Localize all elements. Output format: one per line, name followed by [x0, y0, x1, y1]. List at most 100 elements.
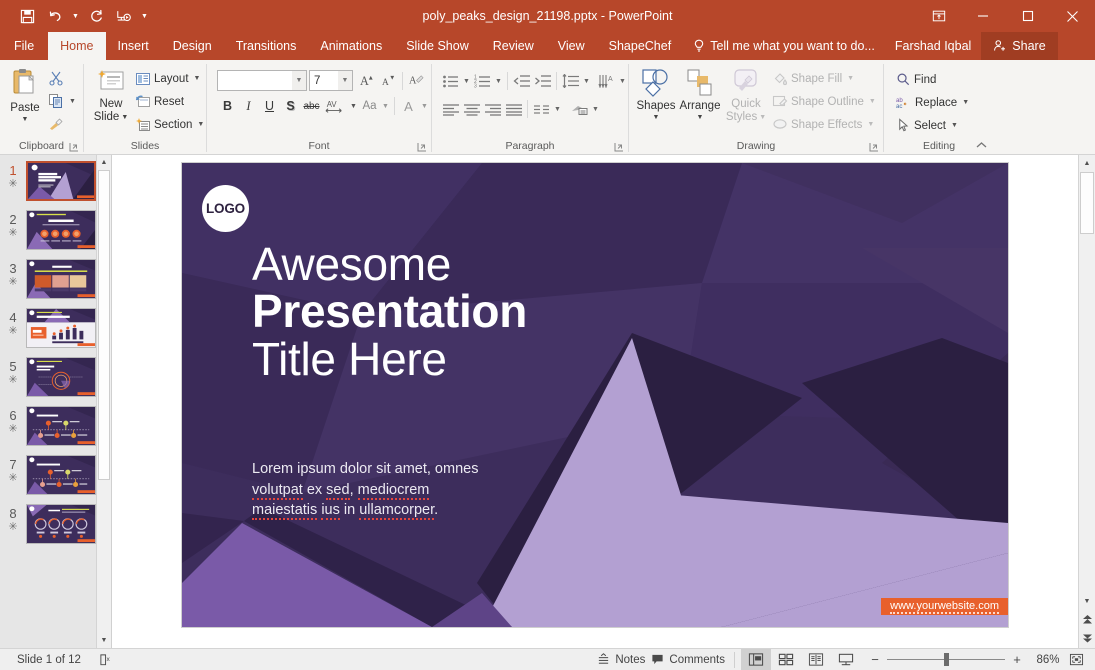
font-color-dropdown-icon[interactable]: ▼	[419, 94, 430, 118]
align-left-button[interactable]	[440, 99, 461, 120]
columns-dropdown-icon[interactable]: ▼	[552, 97, 563, 121]
zoom-level-label[interactable]: 86%	[1031, 654, 1065, 666]
thumbnail-image[interactable]	[26, 259, 96, 299]
copy-button[interactable]	[45, 90, 67, 112]
slide-sorter-view-button[interactable]	[771, 649, 801, 670]
paste-dropdown-icon[interactable]: ▼	[22, 116, 29, 123]
character-spacing-button[interactable]: AV	[322, 96, 348, 117]
quick-styles-button[interactable]: Quick Styles ▼	[722, 65, 770, 123]
slide-body-placeholder[interactable]: Lorem ipsum dolor sit amet, omnes volutp…	[252, 459, 562, 521]
line-spacing-dropdown-icon[interactable]: ▼	[581, 69, 592, 93]
zoom-handle[interactable]	[944, 653, 949, 666]
paragraph-dialog-launcher[interactable]	[614, 142, 624, 153]
font-name-input[interactable]: ▼	[217, 70, 307, 91]
next-slide-icon[interactable]	[1079, 629, 1095, 648]
font-size-input[interactable]: 7 ▼	[309, 70, 353, 91]
tab-file[interactable]: File	[0, 32, 48, 60]
scroll-up-icon[interactable]: ▲	[1079, 155, 1095, 172]
align-center-button[interactable]	[461, 99, 482, 120]
undo-dropdown-icon[interactable]: ▼	[70, 4, 81, 28]
slide-thumbnail-5[interactable]: 5 ✳	[0, 357, 111, 406]
find-button[interactable]: Find	[894, 68, 973, 91]
thumbnail-image[interactable]	[26, 161, 96, 201]
shapes-button[interactable]: Shapes ▼	[634, 65, 678, 121]
scroll-track[interactable]	[1079, 172, 1095, 593]
undo-icon[interactable]	[42, 4, 68, 28]
text-shadow-button[interactable]: S	[280, 96, 301, 117]
shape-outline-button[interactable]: Shape Outline ▼	[770, 90, 880, 113]
drawing-dialog-launcher[interactable]	[869, 142, 879, 153]
slide-logo[interactable]: LOGO	[202, 185, 249, 232]
grow-font-icon[interactable]: A	[357, 70, 378, 91]
tab-insert[interactable]: Insert	[106, 32, 161, 60]
tab-transitions[interactable]: Transitions	[224, 32, 309, 60]
shrink-font-icon[interactable]: A	[378, 70, 399, 91]
cut-button[interactable]	[45, 67, 67, 89]
tab-home[interactable]: Home	[48, 32, 105, 60]
maximize-button[interactable]	[1005, 0, 1050, 32]
tab-animations[interactable]: Animations	[308, 32, 394, 60]
start-presentation-icon[interactable]	[111, 4, 137, 28]
comments-button[interactable]: Comments	[648, 650, 728, 670]
slide-title-placeholder[interactable]: Awesome Presentation Title Here	[252, 241, 527, 383]
character-spacing-dropdown-icon[interactable]: ▼	[348, 94, 359, 118]
thumbnail-image[interactable]	[26, 357, 96, 397]
tell-me-search[interactable]: Tell me what you want to do...	[683, 32, 885, 60]
spell-check-icon[interactable]: x	[96, 650, 117, 670]
slide-counter[interactable]: Slide 1 of 12	[14, 650, 84, 670]
slide-thumbnail-2[interactable]: 2 ✳	[0, 210, 111, 259]
justify-button[interactable]	[503, 99, 524, 120]
arrange-button[interactable]: Arrange ▼	[678, 65, 722, 121]
section-dropdown-icon[interactable]: ▼	[197, 121, 204, 128]
slide-thumbnail-7[interactable]: 7 ✳	[0, 455, 111, 504]
zoom-track[interactable]	[887, 659, 1005, 660]
notes-button[interactable]: Notes	[594, 650, 648, 670]
reset-button[interactable]: Reset	[133, 90, 208, 113]
customize-quick-access-icon[interactable]: ▼	[139, 4, 150, 28]
numbering-button[interactable]: 1 2 3	[472, 71, 493, 92]
layout-dropdown-icon[interactable]: ▼	[194, 75, 201, 82]
underline-button[interactable]: U	[259, 96, 280, 117]
paste-button[interactable]: Paste ▼	[5, 65, 45, 123]
share-button[interactable]: Share	[981, 32, 1057, 60]
ribbon-display-options-icon[interactable]	[918, 0, 960, 32]
font-color-button[interactable]: A	[398, 96, 419, 117]
replace-dropdown-icon[interactable]: ▼	[962, 99, 969, 106]
format-painter-button[interactable]	[45, 113, 67, 135]
scroll-thumb[interactable]	[1080, 172, 1094, 234]
convert-to-smartart-button[interactable]	[569, 99, 590, 120]
change-case-button[interactable]: Aa	[359, 96, 380, 117]
text-direction-dropdown-icon[interactable]: ▼	[617, 69, 628, 93]
arrange-dropdown-icon[interactable]: ▼	[697, 114, 704, 121]
align-right-button[interactable]	[482, 99, 503, 120]
thumbnail-image[interactable]	[26, 406, 96, 446]
fit-to-window-button[interactable]	[1065, 650, 1087, 670]
bullets-button[interactable]	[440, 71, 461, 92]
slide-thumbnail-1[interactable]: 1 ✳	[0, 161, 111, 210]
shape-effects-button[interactable]: Shape Effects ▼	[770, 113, 880, 136]
shape-outline-dropdown-icon[interactable]: ▼	[869, 98, 876, 105]
section-button[interactable]: Section ▼	[133, 113, 208, 136]
thumbnail-scroll-track[interactable]	[97, 170, 111, 633]
layout-button[interactable]: Layout ▼	[133, 67, 208, 90]
shape-fill-dropdown-icon[interactable]: ▼	[847, 75, 854, 82]
tab-design[interactable]: Design	[161, 32, 224, 60]
bullets-dropdown-icon[interactable]: ▼	[461, 69, 472, 93]
close-button[interactable]	[1050, 0, 1095, 32]
previous-slide-icon[interactable]	[1079, 610, 1095, 629]
slide-thumbnail-4[interactable]: 4 ✳	[0, 308, 111, 357]
tab-slide-show[interactable]: Slide Show	[394, 32, 481, 60]
thumbnail-scrollbar[interactable]: ▲ ▼	[96, 155, 111, 648]
tab-shapechef[interactable]: ShapeChef	[597, 32, 684, 60]
slide-thumbnail-6[interactable]: 6 ✳	[0, 406, 111, 455]
clear-formatting-icon[interactable]: A	[406, 70, 427, 91]
shape-effects-dropdown-icon[interactable]: ▼	[867, 121, 874, 128]
font-dialog-launcher[interactable]	[417, 142, 427, 153]
save-icon[interactable]	[14, 4, 40, 28]
replace-button[interactable]: ab ac Replace ▼	[894, 91, 973, 114]
thumbnail-image[interactable]	[26, 455, 96, 495]
text-direction-button[interactable]: A	[596, 71, 617, 92]
redo-icon[interactable]	[83, 4, 109, 28]
account-name[interactable]: Farshad Iqbal	[885, 32, 981, 60]
bold-button[interactable]: B	[217, 96, 238, 117]
